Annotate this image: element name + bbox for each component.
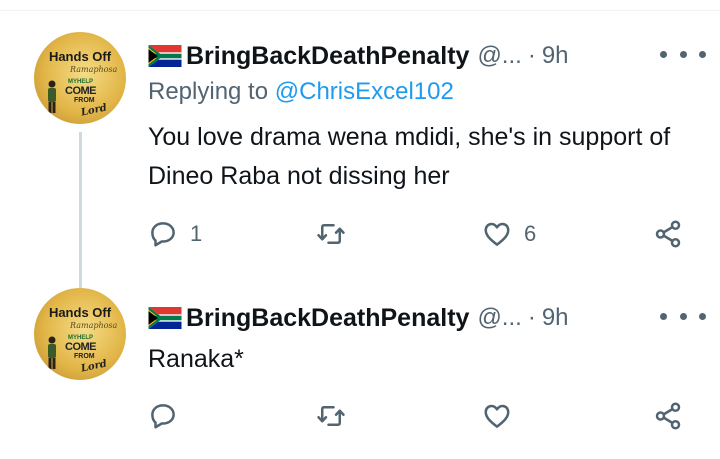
avatar-title: Hands Off — [48, 305, 112, 320]
reply-icon — [151, 404, 175, 429]
more-dots-icon[interactable] — [660, 44, 706, 64]
replying-to: Replying to @ChrisExcel102 — [148, 78, 454, 106]
tweet-header: BringBackDeathPenalty @... · 9h — [148, 36, 569, 76]
share-icon — [655, 220, 681, 248]
thread-line — [79, 132, 82, 292]
avatar-come: COME — [65, 341, 97, 353]
separator-dot: · — [527, 304, 536, 331]
retweet-button[interactable] — [316, 398, 358, 434]
avatar-title: Hands Off — [48, 49, 112, 64]
avatar-lord: Lord — [80, 358, 108, 375]
south-africa-flag-icon — [148, 307, 182, 329]
avatar-from: FROM — [74, 353, 95, 360]
retweet-icon — [317, 406, 345, 426]
avatar-figure-icon — [48, 336, 56, 369]
tweet-header: BringBackDeathPenalty @... · 9h — [148, 298, 569, 338]
reply-count: 1 — [190, 221, 203, 246]
user-handle[interactable]: @... — [477, 304, 521, 332]
heart-icon — [484, 404, 510, 428]
retweet-icon — [317, 224, 345, 244]
avatar[interactable]: Hands Off Ramaphosa MYHELP COME FROM Lor… — [34, 288, 126, 380]
avatar-come: COME — [65, 85, 97, 97]
avatar-lord: Lord — [80, 102, 108, 119]
reply-icon — [151, 222, 175, 247]
user-handle[interactable]: @... — [477, 42, 521, 70]
like-button[interactable]: 6 — [482, 216, 536, 252]
display-name[interactable]: BringBackDeathPenalty — [186, 42, 469, 71]
heart-icon — [484, 222, 510, 246]
tweet[interactable]: Hands Off Ramaphosa MYHELP COME FROM Lor… — [0, 288, 720, 459]
reply-mention-link[interactable]: @ChrisExcel102 — [275, 78, 454, 105]
tweet-text: Ranaka* — [148, 345, 244, 373]
tweet-actions: 1 6 — [148, 216, 698, 256]
share-button[interactable] — [653, 216, 683, 252]
share-button[interactable] — [653, 398, 683, 434]
more-dots-icon[interactable] — [660, 306, 706, 326]
like-button[interactable] — [482, 398, 524, 434]
timestamp[interactable]: 9h — [542, 42, 569, 70]
timestamp[interactable]: 9h — [542, 304, 569, 332]
display-name[interactable]: BringBackDeathPenalty — [186, 304, 469, 333]
reply-button[interactable]: 1 — [148, 216, 202, 252]
tweet-actions — [148, 398, 698, 438]
replying-to-label: Replying to — [148, 78, 269, 105]
avatar-from: FROM — [74, 97, 95, 104]
like-count: 6 — [524, 221, 537, 246]
south-africa-flag-icon — [148, 45, 182, 67]
reply-button[interactable] — [148, 398, 190, 434]
tweet[interactable]: Hands Off Ramaphosa MYHELP COME FROM Lor… — [0, 22, 720, 292]
separator-dot: · — [527, 42, 536, 69]
retweet-button[interactable] — [316, 216, 358, 252]
tweet-text: You love drama wena mdidi, she's in supp… — [148, 123, 671, 190]
avatar[interactable]: Hands Off Ramaphosa MYHELP COME FROM Lor… — [34, 32, 126, 124]
share-icon — [655, 402, 681, 430]
avatar-script: Ramaphosa — [70, 65, 118, 74]
top-divider — [0, 0, 720, 11]
avatar-script: Ramaphosa — [70, 321, 118, 330]
avatar-figure-icon — [48, 80, 56, 113]
